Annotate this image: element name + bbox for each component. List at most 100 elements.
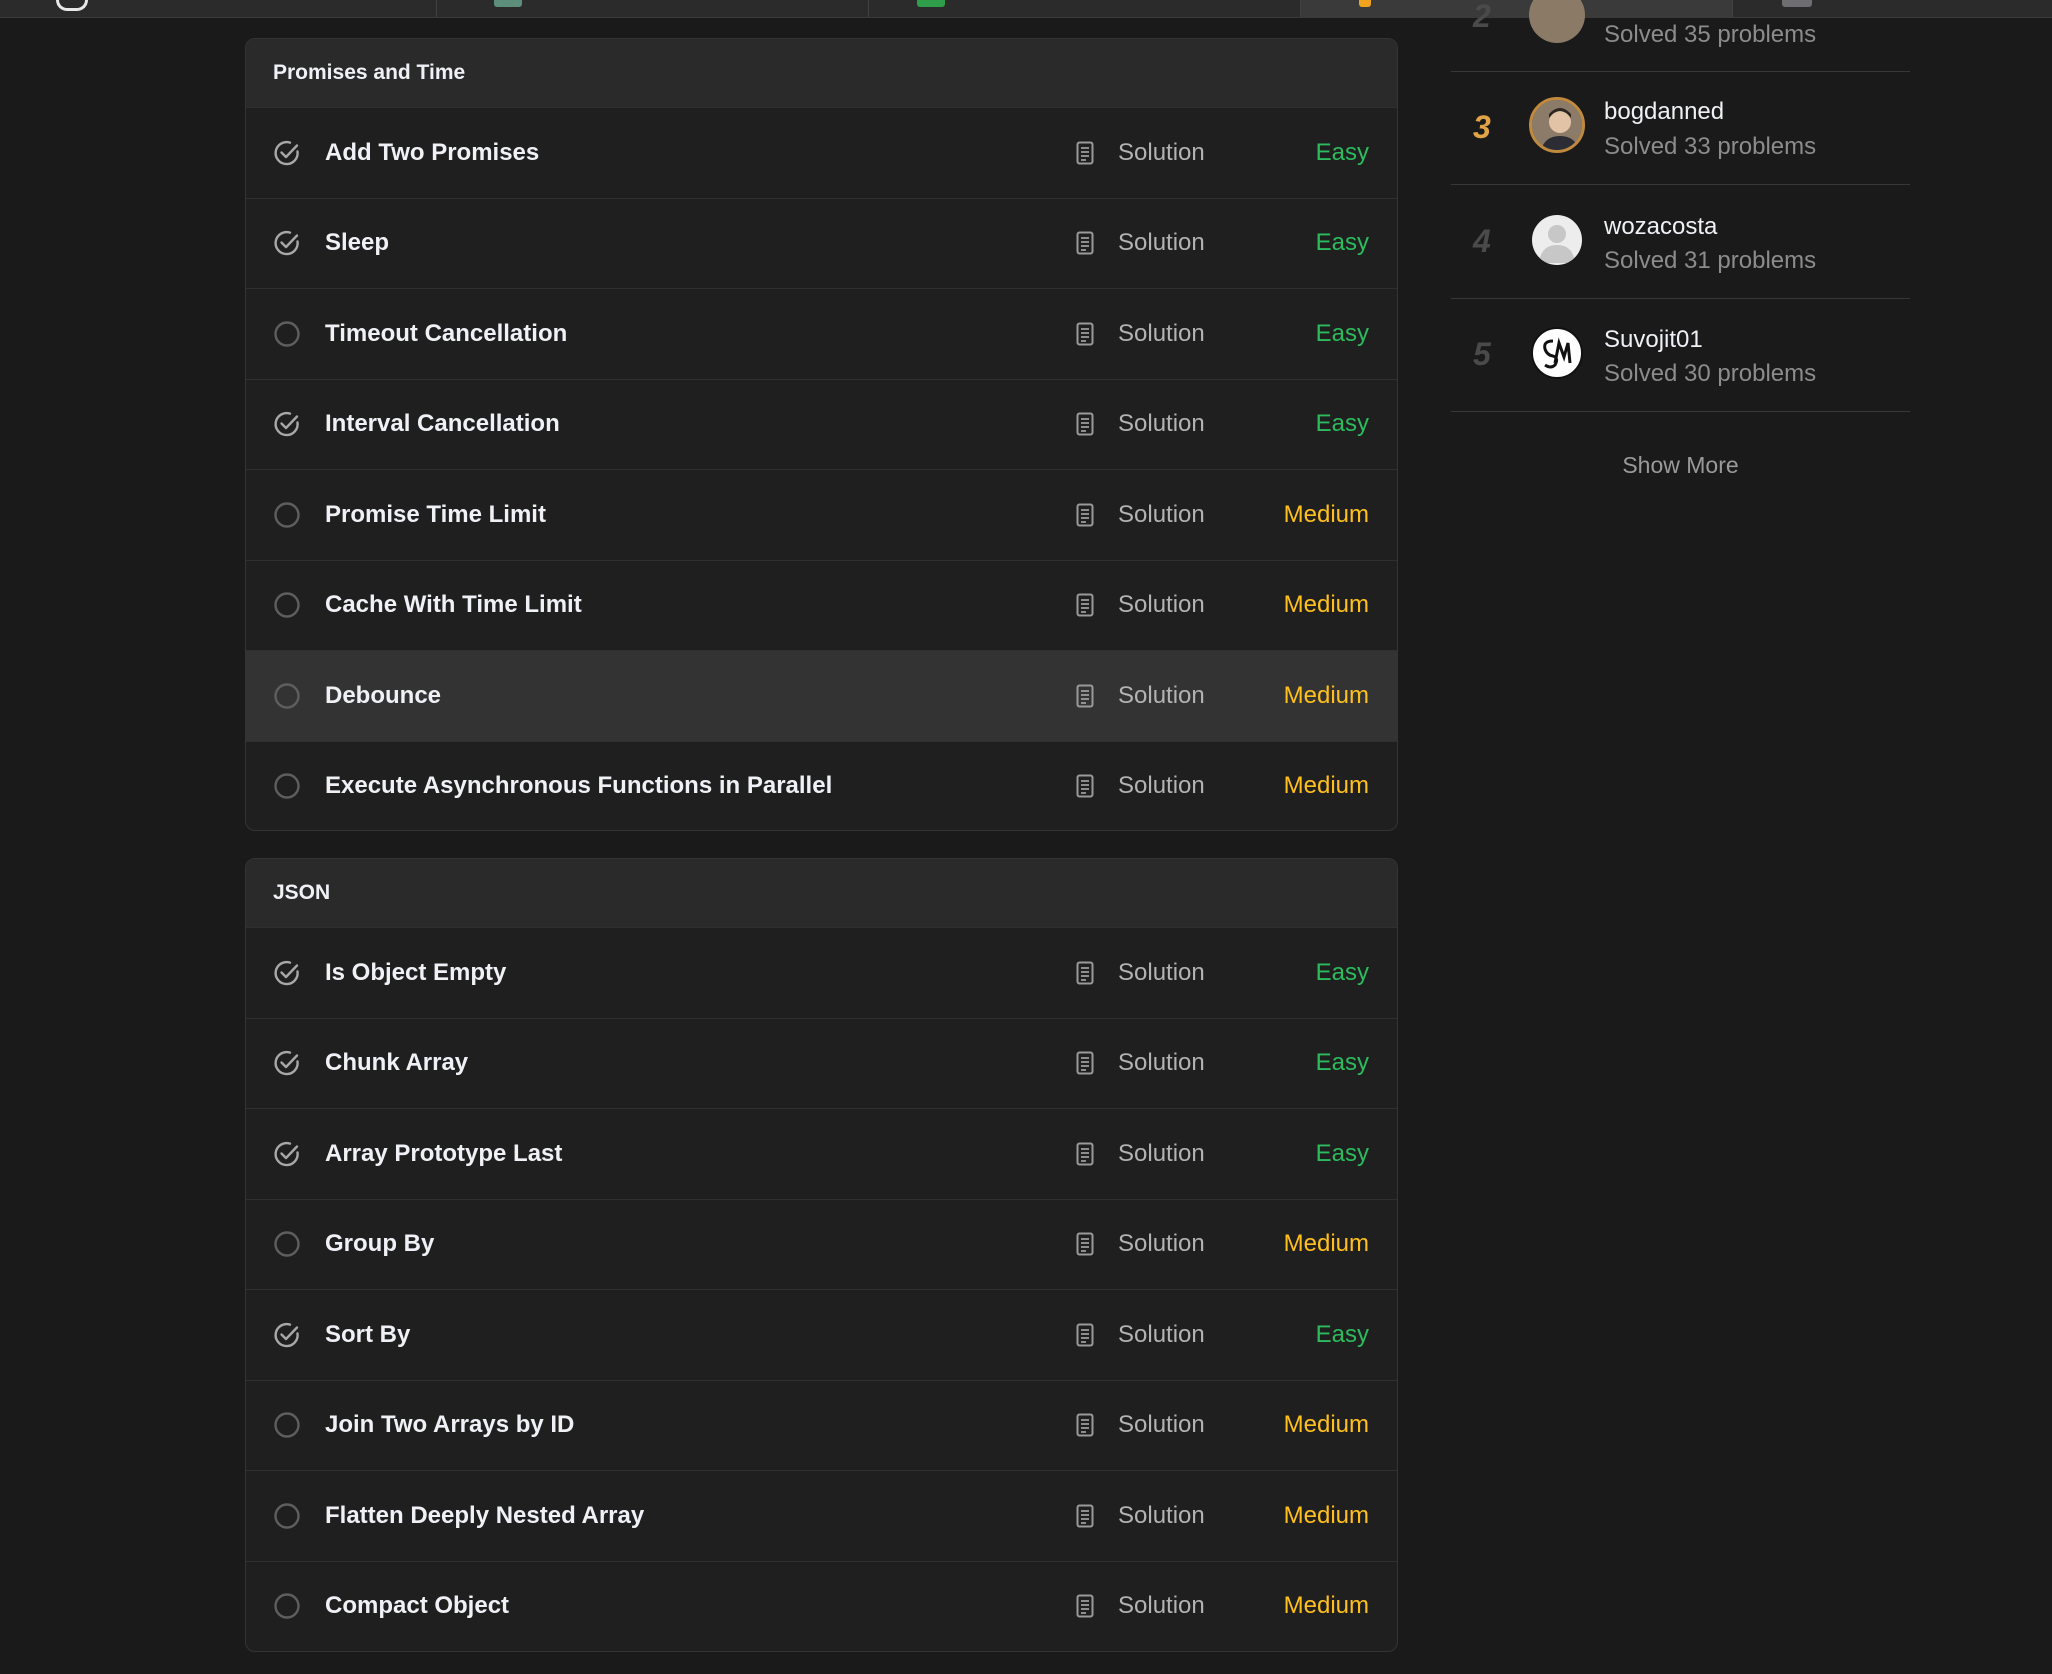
- solution-link[interactable]: Solution: [1076, 1140, 1205, 1168]
- problem-title[interactable]: Add Two Promises: [325, 139, 539, 167]
- document-icon: [1076, 503, 1106, 527]
- solution-label: Solution: [1118, 1139, 1205, 1167]
- avatar: [1532, 215, 1582, 265]
- problem-row[interactable]: Sleep Solution Easy: [246, 197, 1397, 289]
- problem-title[interactable]: Promise Time Limit: [325, 501, 546, 529]
- problem-row[interactable]: Array Prototype Last Solution Easy: [246, 1108, 1397, 1199]
- solution-link[interactable]: Solution: [1076, 1230, 1205, 1258]
- solution-label: Solution: [1118, 1411, 1205, 1439]
- solution-link[interactable]: Solution: [1076, 682, 1205, 710]
- solution-link[interactable]: Solution: [1076, 1411, 1205, 1439]
- document-icon: [1076, 231, 1106, 255]
- problem-row[interactable]: Promise Time Limit Solution Medium: [246, 469, 1397, 560]
- monogram-avatar-icon: [1543, 337, 1572, 369]
- username[interactable]: Suvojit01: [1604, 326, 1703, 354]
- browser-tab[interactable]: [437, 0, 869, 17]
- username[interactable]: wozacosta: [1604, 213, 1717, 241]
- solution-link[interactable]: Solution: [1076, 1502, 1205, 1530]
- solved-check-icon: [273, 139, 301, 167]
- problem-row[interactable]: Add Two Promises Solution Easy: [246, 107, 1397, 198]
- problem-row[interactable]: Debounce Solution Medium: [246, 650, 1397, 741]
- problem-title[interactable]: Interval Cancellation: [325, 410, 560, 438]
- problem-row[interactable]: Chunk Array Solution Easy: [246, 1017, 1397, 1109]
- solution-link[interactable]: Solution: [1076, 959, 1205, 987]
- browser-tab[interactable]: [0, 0, 437, 17]
- solved-count: Solved 30 problems: [1604, 360, 1817, 387]
- unsolved-circle-icon: [273, 1592, 301, 1620]
- problem-section-json: JSON Is Object Empty Solution Easy Chunk Ar…: [245, 858, 1398, 1652]
- difficulty-label: Medium: [1283, 591, 1369, 619]
- solution-label: Solution: [1118, 410, 1205, 438]
- document-icon: [1076, 1413, 1106, 1437]
- leaderboard-item[interactable]: 3 bogdanned Solved 33 problems: [1451, 72, 1910, 185]
- problem-title[interactable]: Execute Asynchronous Functions in Parall…: [325, 772, 832, 800]
- problem-title[interactable]: Group By: [325, 1230, 434, 1258]
- problem-title[interactable]: Cache With Time Limit: [325, 591, 582, 619]
- solution-label: Solution: [1118, 319, 1205, 347]
- solution-link[interactable]: Solution: [1076, 772, 1205, 800]
- problem-title[interactable]: Chunk Array: [325, 1049, 468, 1077]
- solution-link[interactable]: Solution: [1076, 410, 1205, 438]
- unsolved-circle-icon: [273, 772, 301, 800]
- problem-row[interactable]: Timeout Cancellation Solution Easy: [246, 288, 1397, 379]
- solution-label: Solution: [1118, 958, 1205, 986]
- leaderboard-item[interactable]: 4 wozacosta Solved 31 problems: [1451, 186, 1910, 299]
- problem-title[interactable]: Sleep: [325, 229, 389, 257]
- difficulty-label: Easy: [1315, 1320, 1369, 1348]
- document-icon: [1076, 1323, 1106, 1347]
- difficulty-label: Medium: [1283, 1411, 1369, 1439]
- problem-title[interactable]: Timeout Cancellation: [325, 320, 567, 348]
- solution-link[interactable]: Solution: [1076, 320, 1205, 348]
- solution-link[interactable]: Solution: [1076, 229, 1205, 257]
- document-icon: [1076, 1232, 1106, 1256]
- solved-check-icon: [273, 959, 301, 987]
- document-icon: [1076, 412, 1106, 436]
- solved-count: Solved 33 problems: [1604, 133, 1817, 160]
- problem-title[interactable]: Array Prototype Last: [325, 1140, 562, 1168]
- solution-label: Solution: [1118, 591, 1205, 619]
- solution-label: Solution: [1118, 138, 1205, 166]
- problem-row[interactable]: Flatten Deeply Nested Array Solution Mediu…: [246, 1470, 1397, 1561]
- problem-row[interactable]: Is Object Empty Solution Easy: [246, 927, 1397, 1018]
- solved-check-icon: [273, 1321, 301, 1349]
- unsolved-circle-icon: [273, 1411, 301, 1439]
- problem-row[interactable]: Join Two Arrays by ID Solution Medium: [246, 1379, 1397, 1471]
- problem-title[interactable]: Debounce: [325, 682, 441, 710]
- browser-tab[interactable]: [869, 0, 1301, 17]
- problem-title[interactable]: Sort By: [325, 1321, 410, 1349]
- problem-row[interactable]: Sort By Solution Easy: [246, 1289, 1397, 1380]
- problem-title[interactable]: Flatten Deeply Nested Array: [325, 1502, 644, 1530]
- solution-link[interactable]: Solution: [1076, 1592, 1205, 1620]
- solved-check-icon: [273, 410, 301, 438]
- document-icon: [1076, 1594, 1106, 1618]
- problem-row[interactable]: Cache With Time Limit Solution Medium: [246, 559, 1397, 651]
- difficulty-label: Easy: [1315, 229, 1369, 257]
- document-icon: [1076, 961, 1106, 985]
- problem-row[interactable]: Group By Solution Medium: [246, 1198, 1397, 1290]
- section-title: JSON: [246, 859, 1397, 927]
- problem-title[interactable]: Join Two Arrays by ID: [325, 1411, 574, 1439]
- solution-link[interactable]: Solution: [1076, 1049, 1205, 1077]
- difficulty-label: Easy: [1315, 958, 1369, 986]
- username[interactable]: bogdanned: [1604, 98, 1724, 126]
- solved-count: Solved 35 problems: [1604, 21, 1817, 48]
- problem-title[interactable]: Compact Object: [325, 1592, 509, 1620]
- solved-check-icon: [273, 229, 301, 257]
- problem-row[interactable]: Compact Object Solution Medium: [246, 1560, 1397, 1652]
- show-more-button[interactable]: Show More: [1451, 452, 1910, 479]
- document-icon: [1076, 141, 1106, 165]
- leaderboard-item[interactable]: 5 Suvojit01 Solved 30 problems: [1451, 299, 1910, 412]
- section-title: Promises and Time: [246, 39, 1397, 107]
- problem-row[interactable]: Execute Asynchronous Functions in Parall…: [246, 740, 1397, 831]
- avatar: [1529, 97, 1585, 153]
- solution-label: Solution: [1118, 1592, 1205, 1620]
- solution-link[interactable]: Solution: [1076, 501, 1205, 529]
- problem-title[interactable]: Is Object Empty: [325, 959, 506, 987]
- solution-link[interactable]: Solution: [1076, 591, 1205, 619]
- leaderboard-item[interactable]: 2 Solved 35 problems: [1451, 0, 1910, 72]
- solution-link[interactable]: Solution: [1076, 139, 1205, 167]
- solution-link[interactable]: Solution: [1076, 1321, 1205, 1349]
- avatar: [1529, 0, 1585, 43]
- solution-label: Solution: [1118, 1049, 1205, 1077]
- problem-row[interactable]: Interval Cancellation Solution Easy: [246, 378, 1397, 470]
